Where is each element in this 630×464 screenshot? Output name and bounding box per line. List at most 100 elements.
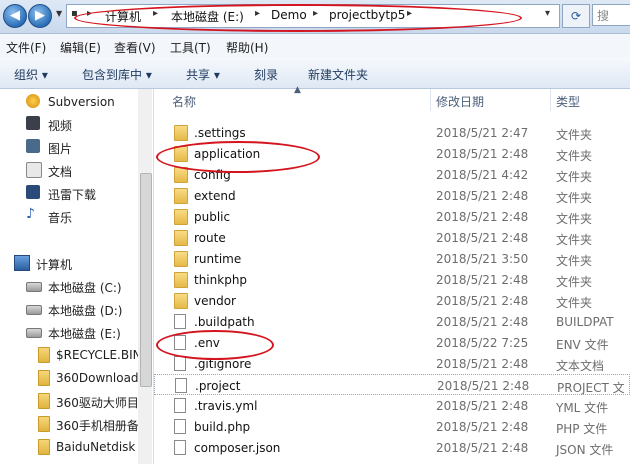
- menu-edit[interactable]: 编辑(E): [60, 39, 101, 56]
- crumb-drive-e[interactable]: 本地磁盘 (E:): [171, 8, 244, 25]
- file-row[interactable]: .gitignore 2018/5/21 2:48 文本文档: [154, 353, 630, 374]
- menu-tools[interactable]: 工具(T): [170, 39, 211, 56]
- file-date: 2018/5/21 2:48: [436, 147, 529, 161]
- file-type: BUILDPAT: [556, 315, 614, 329]
- crumb-separator-icon[interactable]: ▸: [407, 8, 412, 19]
- file-row[interactable]: composer.json 2018/5/21 2:48 JSON 文件: [154, 437, 630, 458]
- crumb-separator-icon[interactable]: ▸: [255, 8, 260, 19]
- command-toolbar: 组织 ▾ 包含到库中 ▾ 共享 ▾ 刻录 新建文件夹: [0, 58, 630, 89]
- folder-row[interactable]: route 2018/5/21 2:48 文件夹: [154, 227, 630, 248]
- file-name: config: [194, 168, 231, 182]
- folder-icon: [174, 167, 188, 183]
- new-folder-button[interactable]: 新建文件夹: [308, 66, 368, 83]
- file-date: 2018/5/21 2:48: [436, 357, 529, 371]
- organize-button[interactable]: 组织 ▾: [14, 66, 48, 83]
- column-header-date[interactable]: 修改日期: [436, 93, 484, 110]
- sort-ascending-icon: ▲: [294, 85, 301, 95]
- column-divider[interactable]: [550, 89, 551, 111]
- file-name: route: [194, 231, 226, 245]
- file-type: YML 文件: [556, 401, 609, 415]
- file-type: 文件夹: [556, 128, 593, 142]
- file-date: 2018/5/21 2:48: [436, 189, 529, 203]
- file-type: 文件夹: [556, 191, 593, 205]
- burn-button[interactable]: 刻录: [254, 66, 278, 83]
- column-header-name[interactable]: 名称: [172, 93, 196, 110]
- folder-row[interactable]: config 2018/5/21 4:42 文件夹: [154, 164, 630, 185]
- menu-help[interactable]: 帮助(H): [226, 39, 268, 56]
- include-in-library-button[interactable]: 包含到库中 ▾: [82, 66, 152, 83]
- crumb-computer[interactable]: 计算机: [105, 8, 141, 25]
- crumb-separator-icon[interactable]: ▸: [87, 8, 92, 19]
- menu-file[interactable]: 文件(F): [6, 39, 46, 56]
- folder-icon: [38, 370, 50, 386]
- address-input[interactable]: ▪ ▸ 计算机 ▸ 本地磁盘 (E:) ▸ Demo ▸ projectbytp…: [66, 4, 560, 28]
- document-library-icon: [26, 162, 42, 178]
- file-name: .env: [194, 336, 220, 350]
- folder-row[interactable]: vendor 2018/5/21 2:48 文件夹: [154, 290, 630, 311]
- file-name: application: [194, 147, 261, 161]
- file-type: 文件夹: [556, 170, 593, 184]
- file-type: 文件夹: [556, 296, 593, 310]
- nav-scrollbar-thumb[interactable]: [140, 173, 152, 387]
- drive-icon: [26, 305, 42, 315]
- picture-library-icon: [26, 139, 40, 153]
- file-list: 名称 ▲ 修改日期 类型 .settings 2018/5/21 2:47 文件夹 a…: [154, 85, 630, 464]
- video-library-icon: [26, 116, 40, 130]
- folder-icon: [174, 125, 188, 141]
- file-name: .project: [195, 379, 241, 393]
- navigation-pane: Subversion 视频 图片 文档 迅雷下载 ♪ 音乐 计算机 本地磁盘 (…: [0, 89, 154, 464]
- crumb-separator-icon[interactable]: ▸: [153, 8, 158, 19]
- file-date: 2018/5/21 4:42: [436, 168, 529, 182]
- computer-icon: [14, 255, 30, 271]
- folder-row[interactable]: public 2018/5/21 2:48 文件夹: [154, 206, 630, 227]
- forward-arrow-icon[interactable]: ▶: [28, 4, 52, 28]
- folder-row[interactable]: extend 2018/5/21 2:48 文件夹: [154, 185, 630, 206]
- crumb-demo[interactable]: Demo: [271, 8, 307, 22]
- folder-row[interactable]: thinkphp 2018/5/21 2:48 文件夹: [154, 269, 630, 290]
- file-icon: [174, 398, 186, 413]
- column-header-type[interactable]: 类型: [556, 93, 580, 110]
- music-note-icon: ♪: [26, 206, 35, 222]
- folder-row[interactable]: .settings 2018/5/21 2:47 文件夹: [154, 122, 630, 143]
- history-dropdown-icon[interactable]: ▼: [56, 9, 62, 18]
- file-type: 文本文档: [556, 359, 605, 373]
- file-name: build.php: [194, 420, 251, 434]
- column-divider[interactable]: [430, 89, 431, 111]
- file-date: 2018/5/21 2:48: [436, 273, 529, 287]
- folder-icon: [174, 209, 188, 225]
- folder-row[interactable]: runtime 2018/5/21 3:50 文件夹: [154, 248, 630, 269]
- share-button[interactable]: 共享 ▾: [186, 66, 220, 83]
- file-row[interactable]: .env 2018/5/22 7:25 ENV 文件: [154, 332, 630, 353]
- folder-icon: ▪: [71, 8, 78, 19]
- file-date: 2018/5/21 2:48: [436, 315, 529, 329]
- file-icon: [174, 335, 186, 350]
- file-row[interactable]: .buildpath 2018/5/21 2:48 BUILDPAT: [154, 311, 630, 332]
- menu-view[interactable]: 查看(V): [114, 39, 156, 56]
- download-library-icon: [26, 185, 40, 199]
- file-name: public: [194, 210, 231, 224]
- file-name: .travis.yml: [194, 399, 258, 413]
- crumb-separator-icon[interactable]: ▸: [313, 8, 318, 19]
- file-date: 2018/5/21 2:48: [436, 420, 529, 434]
- file-name: .settings: [194, 126, 246, 140]
- file-icon: [174, 440, 186, 455]
- folder-icon: [174, 272, 188, 288]
- file-type: 文件夹: [556, 233, 593, 247]
- file-icon: [175, 378, 187, 393]
- folder-row[interactable]: application 2018/5/21 2:48 文件夹: [154, 143, 630, 164]
- file-type: 文件夹: [556, 275, 593, 289]
- file-type: PROJECT 文: [557, 381, 625, 395]
- file-type: 文件夹: [556, 254, 593, 268]
- file-row[interactable]: build.php 2018/5/21 2:48 PHP 文件: [154, 416, 630, 437]
- file-name: vendor: [194, 294, 236, 308]
- file-row[interactable]: .travis.yml 2018/5/21 2:48 YML 文件: [154, 395, 630, 416]
- refresh-icon[interactable]: ⟳: [562, 4, 590, 28]
- folder-icon: [174, 188, 188, 204]
- address-dropdown-icon[interactable]: ▾: [545, 8, 550, 19]
- file-type: 文件夹: [556, 212, 593, 226]
- crumb-projectbytp5[interactable]: projectbytp5: [329, 8, 405, 22]
- file-row[interactable]: .project 2018/5/21 2:48 PROJECT 文: [154, 374, 630, 395]
- file-icon: [174, 314, 186, 329]
- back-arrow-icon[interactable]: ◀: [3, 4, 27, 28]
- search-input[interactable]: 搜: [592, 4, 630, 26]
